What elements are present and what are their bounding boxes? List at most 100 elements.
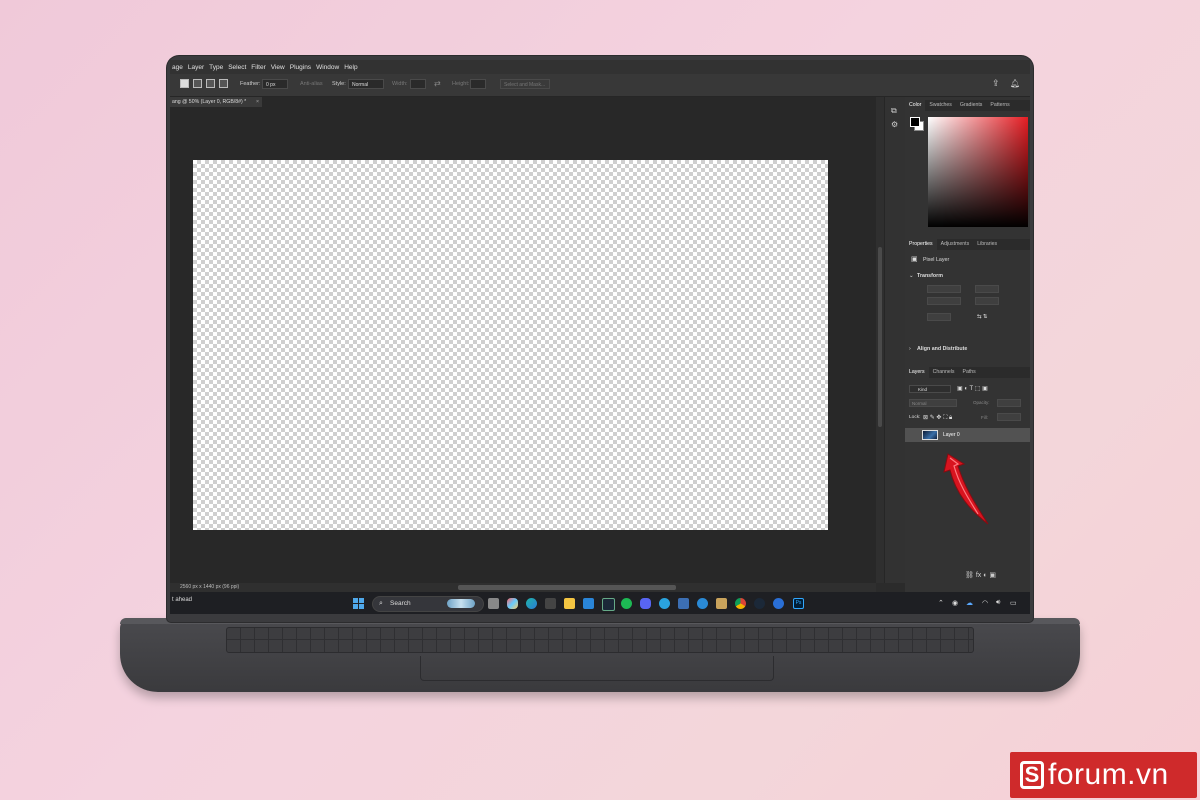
chrome-icon[interactable]	[735, 598, 746, 609]
transform-chevron-icon[interactable]: ⌄	[909, 273, 913, 279]
color-picker-field[interactable]	[928, 117, 1028, 227]
photos-app-icon[interactable]	[716, 598, 727, 609]
remote-app-icon[interactable]	[773, 598, 784, 609]
lock-label: Lock:	[909, 415, 921, 420]
taskbar-search[interactable]: ⌕ Search	[372, 596, 484, 612]
pixel-layer-label: Pixel Layer	[923, 257, 950, 263]
opacity-input[interactable]	[997, 399, 1021, 407]
tab-swatches[interactable]: Swatches	[925, 100, 956, 111]
menu-bar: age Layer Type Select Filter View Plugin…	[170, 60, 1030, 74]
tab-channels[interactable]: Channels	[929, 367, 959, 378]
new-selection-icon[interactable]	[180, 79, 189, 88]
steam-icon[interactable]	[602, 598, 615, 611]
tab-patterns[interactable]: Patterns	[986, 100, 1013, 111]
document-tab[interactable]: ang @ 50% (Layer 0, RGB/8#) * ×	[170, 97, 262, 107]
adjust-icon[interactable]: ⚙	[891, 121, 899, 129]
tab-layers[interactable]: Layers	[905, 367, 929, 378]
mail-icon[interactable]	[583, 598, 594, 609]
discord-icon[interactable]	[640, 598, 651, 609]
keyboard	[226, 627, 974, 653]
battery-icon[interactable]: ▭	[1010, 599, 1017, 607]
style-select[interactable]: Normal	[348, 79, 384, 89]
tray-app-icon[interactable]: ◉	[952, 599, 958, 607]
volume-icon[interactable]: 🔊︎	[996, 599, 1000, 607]
height-field[interactable]	[927, 297, 961, 305]
menu-type[interactable]: Type	[209, 64, 223, 71]
edge-icon[interactable]	[526, 598, 537, 609]
layer-row[interactable]: Layer 0	[905, 428, 1030, 442]
fill-input[interactable]	[997, 413, 1021, 421]
options-bar: Feather: 0 px Anti-alias Style: Normal W…	[170, 74, 1030, 97]
y-field[interactable]	[975, 297, 999, 305]
subtract-selection-icon[interactable]	[206, 79, 215, 88]
windows-start-icon[interactable]	[353, 598, 364, 609]
history-icon[interactable]: ⧉	[891, 107, 899, 115]
sforum-logo: S forum.vn	[1010, 752, 1197, 798]
swap-icon[interactable]: ⇄	[434, 79, 441, 88]
document-tab-label: ang @ 50% (Layer 0, RGB/8#) *	[172, 99, 247, 105]
share-icon[interactable]: ⇪	[992, 78, 1000, 89]
layer-thumbnail	[922, 430, 938, 440]
wifi-icon[interactable]: ◠	[982, 599, 988, 607]
horizontal-scroll-thumb[interactable]	[458, 585, 676, 590]
panel-tool-strip: ⧉ ⚙	[884, 97, 905, 583]
laptop-base	[120, 618, 1080, 692]
search-highlight-image	[447, 599, 475, 608]
blend-mode-select[interactable]: Normal	[909, 399, 957, 407]
angle-field[interactable]	[927, 313, 951, 321]
menu-window[interactable]: Window	[316, 64, 339, 71]
width-label: Width:	[392, 81, 408, 87]
width-input[interactable]	[410, 79, 426, 89]
menu-layer[interactable]: Layer	[188, 64, 204, 71]
align-chevron-icon[interactable]: ›	[909, 346, 911, 352]
trackpad	[420, 656, 774, 681]
opacity-label: Opacity:	[973, 400, 990, 405]
canvas-area[interactable]	[170, 107, 876, 583]
width-field[interactable]	[927, 285, 961, 293]
telegram-icon[interactable]	[659, 598, 670, 609]
x-field[interactable]	[975, 285, 999, 293]
flip-icons[interactable]: ⇆ ⇅	[977, 314, 987, 320]
file-explorer-icon[interactable]	[564, 598, 575, 609]
spotify-icon[interactable]	[621, 598, 632, 609]
transparent-canvas[interactable]	[193, 160, 828, 530]
foreground-color-swatch[interactable]	[910, 117, 920, 127]
bar-app-icon[interactable]	[678, 598, 689, 609]
intersect-selection-icon[interactable]	[219, 79, 228, 88]
task-view-icon[interactable]	[488, 598, 499, 609]
lock-icons[interactable]: ⊠ ✎ ✥ ⛶ 🔒︎	[923, 414, 952, 422]
menu-select[interactable]: Select	[228, 64, 246, 71]
menu-help[interactable]: Help	[344, 64, 357, 71]
menu-image[interactable]: age	[172, 64, 183, 71]
tab-paths[interactable]: Paths	[959, 367, 980, 378]
media-app-icon[interactable]	[697, 598, 708, 609]
close-icon[interactable]: ×	[256, 97, 259, 107]
photoshop-icon[interactable]: Ps	[793, 598, 804, 609]
copilot-icon[interactable]	[507, 598, 518, 609]
menu-view[interactable]: View	[271, 64, 285, 71]
tray-chevron-icon[interactable]: ⌃	[938, 599, 944, 607]
kind-filter[interactable]: Kind	[909, 385, 951, 393]
height-input[interactable]	[470, 79, 486, 89]
vertical-scrollbar[interactable]	[876, 97, 884, 583]
properties-panel-tabs: Properties Adjustments Libraries	[905, 239, 1030, 250]
menu-filter[interactable]: Filter	[251, 64, 265, 71]
steam-app-icon[interactable]	[754, 598, 765, 609]
select-and-mask-button[interactable]: Select and Mask...	[500, 79, 550, 89]
layers-footer-icons[interactable]: ⛓ fx ◐ ▣	[965, 571, 996, 579]
weather-widget[interactable]: t ahead	[172, 597, 192, 603]
onedrive-icon[interactable]: ☁	[966, 599, 973, 607]
tab-libraries[interactable]: Libraries	[973, 239, 1001, 250]
layer-filter-icons[interactable]: ▣ ◐ T ⬚ ▣	[957, 385, 988, 392]
tab-properties[interactable]: Properties	[905, 239, 937, 250]
tab-gradients[interactable]: Gradients	[956, 100, 987, 111]
scroll-thumb[interactable]	[878, 247, 882, 427]
tool-app-icon[interactable]	[545, 598, 556, 609]
tab-color[interactable]: Color	[905, 100, 926, 111]
notification-bell-icon[interactable]: 🔔︎	[1010, 79, 1020, 88]
feather-input[interactable]: 0 px	[262, 79, 288, 89]
tab-adjustments[interactable]: Adjustments	[937, 239, 974, 250]
menu-plugins[interactable]: Plugins	[290, 64, 311, 71]
add-selection-icon[interactable]	[193, 79, 202, 88]
logo-letter: S	[1020, 761, 1044, 789]
